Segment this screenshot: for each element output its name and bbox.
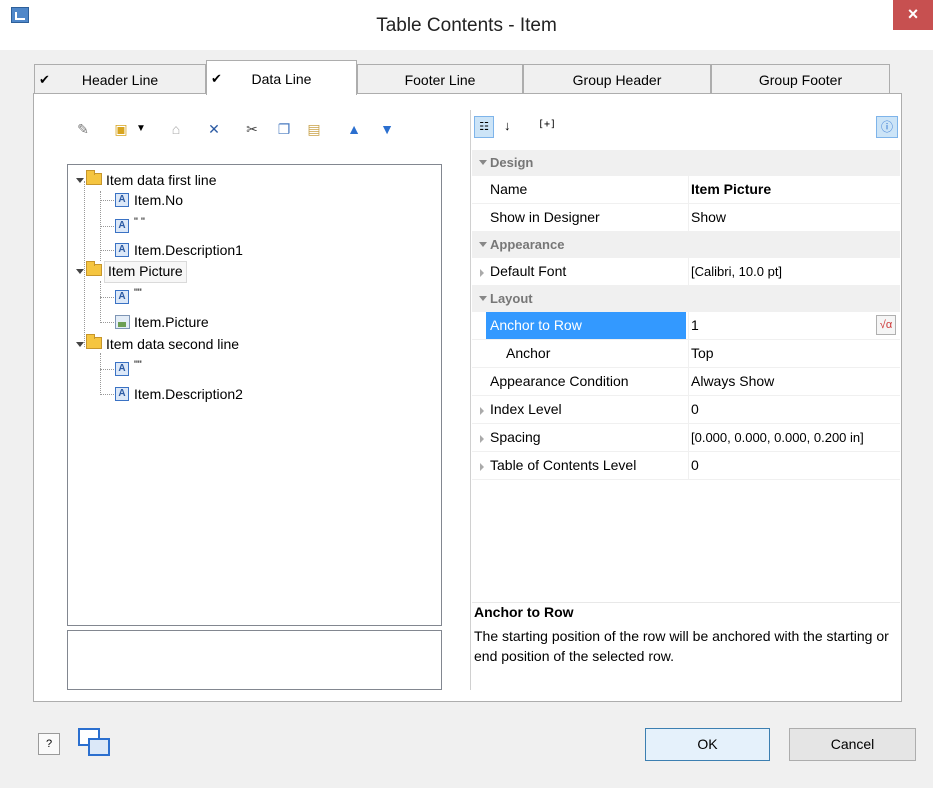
collapse-icon: [479, 242, 487, 247]
tree-view[interactable]: Item data first line A Item.No A " " A I…: [67, 164, 442, 626]
tree-node-group-selected[interactable]: Item Picture: [104, 261, 187, 283]
property-row[interactable]: Table of Contents Level 0: [472, 452, 900, 480]
paste-icon[interactable]: ▤: [305, 120, 323, 138]
text-field-icon: A: [115, 193, 129, 207]
check-icon: ✔: [211, 71, 222, 86]
tree-node-group[interactable]: Item data first line: [106, 170, 217, 190]
folder-icon: [86, 334, 102, 349]
property-grid: Design Name Item Picture Show in Designe…: [472, 150, 900, 480]
divider: [470, 110, 471, 690]
tab-header-line[interactable]: ✔ Header Line: [34, 64, 206, 94]
properties-icon[interactable]: ⌂: [167, 120, 185, 138]
delete-icon[interactable]: ✕: [205, 120, 223, 138]
tab-group-footer[interactable]: Group Footer: [711, 64, 890, 94]
tree-node-field[interactable]: " ": [134, 212, 145, 232]
text-field-icon: A: [115, 243, 129, 257]
ok-button[interactable]: OK: [645, 728, 770, 761]
folder-icon: [86, 261, 102, 276]
property-row[interactable]: Spacing [0.000, 0.000, 0.000, 0.200 in]: [472, 424, 900, 452]
expand-icon[interactable]: [480, 407, 484, 415]
text-field-icon: A: [115, 362, 129, 376]
window-title: Table Contents - Item: [376, 15, 557, 36]
tab-group-header[interactable]: Group Header: [523, 64, 711, 94]
tree-node-field[interactable]: Item.No: [134, 190, 183, 210]
tab-label: Group Footer: [758, 72, 843, 88]
chevron-down-icon[interactable]: ▼: [132, 120, 150, 138]
category-design[interactable]: Design: [472, 150, 900, 176]
collapse-icon: [479, 160, 487, 165]
category-layout[interactable]: Layout: [472, 286, 900, 312]
formula-button[interactable]: √α: [876, 315, 896, 335]
text-field-icon: A: [115, 290, 129, 304]
categorized-icon[interactable]: ☷: [474, 116, 494, 138]
windows-icon[interactable]: [78, 728, 112, 758]
magic-wand-icon[interactable]: ✎: [74, 120, 92, 138]
divider: [472, 602, 900, 603]
picture-icon: [115, 315, 130, 329]
text-field-icon: A: [115, 387, 129, 401]
tab-data-line[interactable]: ✔ Data Line: [206, 60, 357, 95]
preview-box: [67, 630, 442, 690]
tree-node-group[interactable]: Item data second line: [106, 334, 239, 354]
description-title: Anchor to Row: [474, 604, 574, 620]
property-row[interactable]: Appearance Condition Always Show: [472, 368, 900, 396]
property-row[interactable]: Index Level 0: [472, 396, 900, 424]
text-field-icon: A: [115, 219, 129, 233]
tab-footer-line[interactable]: Footer Line: [357, 64, 523, 94]
help-button[interactable]: ?: [38, 733, 60, 755]
collapse-icon: [479, 296, 487, 301]
tree-node-field[interactable]: Item.Description1: [134, 240, 243, 260]
property-row[interactable]: Name Item Picture: [472, 176, 900, 204]
property-row[interactable]: Anchor Top: [472, 340, 900, 368]
category-appearance[interactable]: Appearance: [472, 232, 900, 258]
tab-label: Data Line: [251, 71, 312, 87]
move-down-icon[interactable]: ▼: [378, 120, 396, 138]
expand-icon[interactable]: [76, 342, 84, 347]
description-text: The starting position of the row will be…: [474, 628, 889, 664]
tab-label: Group Header: [572, 72, 662, 88]
tab-label: Header Line: [81, 72, 159, 88]
expand-icon[interactable]: [480, 435, 484, 443]
expand-icon[interactable]: [480, 463, 484, 471]
move-up-icon[interactable]: ▲: [345, 120, 363, 138]
cancel-button[interactable]: Cancel: [789, 728, 916, 761]
sort-alpha-icon[interactable]: ↓: [504, 118, 511, 133]
property-row[interactable]: Default Font [Calibri, 10.0 pt]: [472, 258, 900, 286]
expand-icon[interactable]: [480, 269, 484, 277]
check-icon: ✔: [39, 72, 50, 87]
folder-icon: [86, 170, 102, 185]
info-icon[interactable]: ⓘ: [876, 116, 898, 138]
expand-icon[interactable]: [76, 178, 84, 183]
tree-node-field[interactable]: Item.Description2: [134, 384, 243, 404]
tab-label: Footer Line: [404, 72, 476, 88]
expand-all-icon[interactable]: [+]: [538, 119, 556, 130]
copy-icon[interactable]: ❐: [275, 120, 293, 138]
property-row-selected[interactable]: Anchor to Row 1 √α: [472, 312, 900, 340]
tree-node-field[interactable]: "": [134, 283, 142, 303]
expand-icon[interactable]: [76, 269, 84, 274]
new-item-icon[interactable]: ▣: [112, 120, 130, 138]
cut-icon[interactable]: ✂: [243, 120, 261, 138]
tree-node-field[interactable]: "": [134, 355, 142, 375]
tree-node-field[interactable]: Item.Picture: [134, 312, 209, 332]
close-button[interactable]: ×: [893, 0, 933, 30]
property-row[interactable]: Show in Designer Show: [472, 204, 900, 232]
